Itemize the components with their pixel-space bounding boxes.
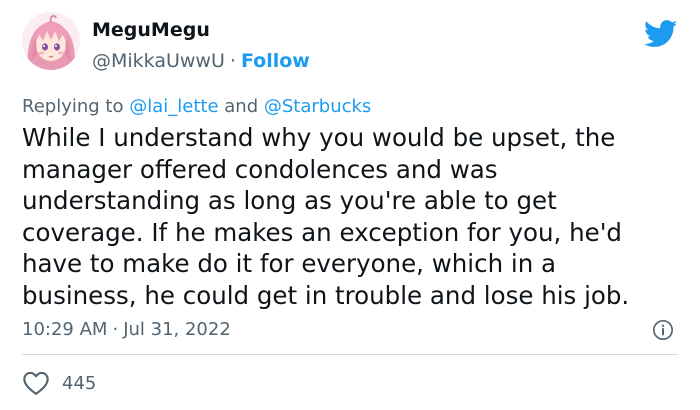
tweet-text-line: understanding as long as you're able to … — [22, 186, 557, 215]
user-handle[interactable]: @MikkaUwwU — [92, 50, 225, 72]
avatar-image — [22, 12, 80, 70]
reply-context: Replying to @lai_lette and @Starbucks — [22, 96, 371, 117]
divider — [22, 354, 678, 355]
follow-button[interactable]: Follow — [241, 50, 310, 72]
separator-dot: · — [112, 319, 119, 340]
tweet-date: Jul 31, 2022 — [123, 319, 231, 340]
tweet-header: MeguMegu @MikkaUwwU · Follow — [22, 12, 682, 82]
tweet-text-line: While I understand why you would be upse… — [22, 123, 616, 152]
info-icon[interactable] — [652, 319, 674, 341]
tweet-time: 10:29 AM — [22, 319, 108, 340]
reply-conjunction: and — [224, 96, 259, 117]
twitter-bird-icon[interactable] — [644, 20, 678, 48]
mention-link-1[interactable]: @lai_lette — [129, 96, 218, 117]
heart-icon — [23, 371, 49, 395]
tweet-text-line: coverage. If he makes an exception for y… — [22, 217, 622, 247]
tweet-timestamp[interactable]: 10:29 AM · Jul 31, 2022 — [22, 319, 231, 340]
tweet-text-line: manager offered condolences and was — [22, 154, 498, 184]
like-button[interactable]: 445 — [22, 370, 96, 396]
tweet-text-line: business, he could get in trouble and lo… — [22, 280, 630, 310]
tweet-text: While I understand why you would be upse… — [22, 122, 682, 311]
avatar[interactable] — [22, 12, 80, 70]
separator-dot: · — [229, 50, 236, 72]
mention-link-2[interactable]: @Starbucks — [264, 96, 371, 117]
tweet-text-line: have to make do it for everyone, which i… — [22, 249, 557, 278]
display-name[interactable]: MeguMegu — [92, 19, 210, 41]
like-count: 445 — [62, 372, 97, 394]
tweet-card: MeguMegu @MikkaUwwU · Follow Replying to @… — [0, 0, 700, 410]
handle-line: @MikkaUwwU · Follow — [92, 50, 310, 72]
reply-prefix: Replying to — [22, 96, 124, 117]
